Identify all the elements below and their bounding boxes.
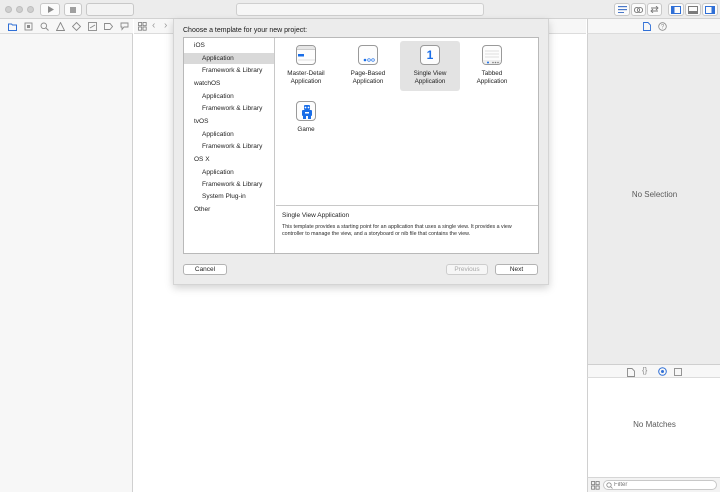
- issue-navigator-icon[interactable]: [56, 22, 65, 31]
- template-description: Single View Application This template pr…: [276, 205, 538, 253]
- find-navigator-icon[interactable]: [40, 22, 49, 31]
- game-icon: [296, 101, 316, 121]
- cancel-button[interactable]: Cancel: [183, 264, 227, 275]
- report-navigator-icon[interactable]: [120, 22, 129, 31]
- template-grid: Master-Detail Application Page-Based App…: [276, 38, 538, 205]
- category-ios[interactable]: iOS: [194, 42, 205, 49]
- sidebar-item-ios-framework-library[interactable]: Framework & Library: [184, 65, 274, 76]
- no-matches-label: No Matches: [633, 420, 676, 429]
- library-pane: No Matches: [587, 378, 720, 477]
- page-based-icon: [358, 45, 378, 65]
- navigator-selector-bar: [0, 19, 133, 34]
- play-icon: [47, 6, 54, 13]
- media-library-icon[interactable]: [674, 368, 682, 376]
- library-filter-input[interactable]: [603, 480, 717, 490]
- standard-editor-button[interactable]: [614, 3, 630, 16]
- tabbed-icon: [482, 45, 502, 65]
- sheet-title: Choose a template for your new project:: [183, 27, 308, 34]
- file-template-library-icon[interactable]: [627, 368, 635, 377]
- toggle-utilities-button[interactable]: [702, 3, 718, 16]
- breakpoint-navigator-icon[interactable]: [104, 22, 113, 31]
- code-snippet-library-icon[interactable]: {}: [642, 366, 647, 375]
- template-single-view[interactable]: 1 Single View Application: [400, 41, 460, 91]
- sidebar-item-tvos-application[interactable]: Application: [184, 129, 274, 140]
- single-view-glyph: 1: [426, 48, 434, 62]
- new-project-sheet: Choose a template for your new project: …: [173, 19, 549, 285]
- minimize-window-button[interactable]: [16, 6, 23, 13]
- related-items-grid-icon[interactable]: [138, 22, 147, 31]
- template-label: Game: [297, 126, 315, 133]
- description-text: This template provides a starting point …: [282, 224, 512, 237]
- lines-icon: [617, 6, 627, 13]
- category-watchos[interactable]: watchOS: [194, 80, 220, 87]
- folder-icon[interactable]: [8, 22, 17, 31]
- assistant-editor-button[interactable]: [631, 3, 646, 16]
- next-button[interactable]: Next: [495, 264, 538, 275]
- chevron-right-icon[interactable]: ›: [164, 20, 167, 31]
- template-label: Tabbed Application: [476, 70, 508, 85]
- template-game[interactable]: Game: [276, 97, 336, 147]
- category-other[interactable]: Other: [194, 206, 210, 213]
- previous-button[interactable]: Previous: [446, 264, 488, 275]
- stop-icon: [70, 6, 76, 13]
- sidebar-item-watchos-application[interactable]: Application: [184, 91, 274, 102]
- stop-button[interactable]: [64, 3, 82, 16]
- template-master-detail[interactable]: Master-Detail Application: [276, 41, 336, 91]
- platform-sidebar: iOS Application Framework & Library watc…: [184, 38, 275, 253]
- library-filter-bar: [587, 477, 720, 492]
- activity-view: [236, 3, 484, 16]
- arrows-icon: [650, 6, 659, 13]
- left-panel-icon: [671, 5, 681, 14]
- test-navigator-icon[interactable]: [72, 22, 81, 31]
- help-inspector-icon[interactable]: ?: [658, 22, 667, 31]
- description-title: Single View Application: [282, 212, 350, 219]
- debug-navigator-icon[interactable]: [88, 22, 97, 31]
- file-inspector-icon[interactable]: [643, 22, 651, 31]
- library-selector-bar: {}: [587, 364, 720, 378]
- bottom-panel-icon: [688, 5, 698, 14]
- venn-icon: [634, 6, 643, 13]
- version-editor-button[interactable]: [647, 3, 662, 16]
- sidebar-item-ios-application[interactable]: Application: [184, 53, 274, 64]
- close-window-button[interactable]: [5, 6, 12, 13]
- right-panel-icon: [705, 5, 715, 14]
- symbol-navigator-icon[interactable]: [24, 22, 33, 31]
- sidebar-item-osx-system-plugin[interactable]: System Plug-in: [184, 191, 274, 202]
- run-button[interactable]: [40, 3, 60, 16]
- sidebar-item-tvos-framework-library[interactable]: Framework & Library: [184, 141, 274, 152]
- single-view-icon: 1: [420, 45, 440, 65]
- navigator-pane: [0, 34, 133, 492]
- inspector-selector-bar: ?: [587, 19, 720, 34]
- sidebar-item-watchos-framework-library[interactable]: Framework & Library: [184, 103, 274, 114]
- toggle-navigator-button[interactable]: [668, 3, 684, 16]
- template-tabbed[interactable]: Tabbed Application: [462, 41, 522, 91]
- object-library-icon[interactable]: [658, 367, 667, 376]
- template-chooser: iOS Application Framework & Library watc…: [183, 37, 539, 254]
- window-toolbar: [0, 0, 720, 19]
- category-osx[interactable]: OS X: [194, 156, 210, 163]
- sidebar-item-osx-application[interactable]: Application: [184, 167, 274, 178]
- scheme-selector[interactable]: [86, 3, 134, 16]
- master-detail-icon: [296, 45, 316, 65]
- template-page-based[interactable]: Page-Based Application: [338, 41, 398, 91]
- grid-view-icon[interactable]: [591, 481, 600, 490]
- zoom-window-button[interactable]: [27, 6, 34, 13]
- filter-search-icon: [606, 482, 613, 489]
- category-tvos[interactable]: tvOS: [194, 118, 208, 125]
- sidebar-item-osx-framework-library[interactable]: Framework & Library: [184, 179, 274, 190]
- inspector-pane: No Selection: [587, 34, 720, 364]
- no-selection-label: No Selection: [631, 190, 678, 199]
- chevron-left-icon[interactable]: ‹: [152, 20, 155, 31]
- toggle-debug-area-button[interactable]: [685, 3, 701, 16]
